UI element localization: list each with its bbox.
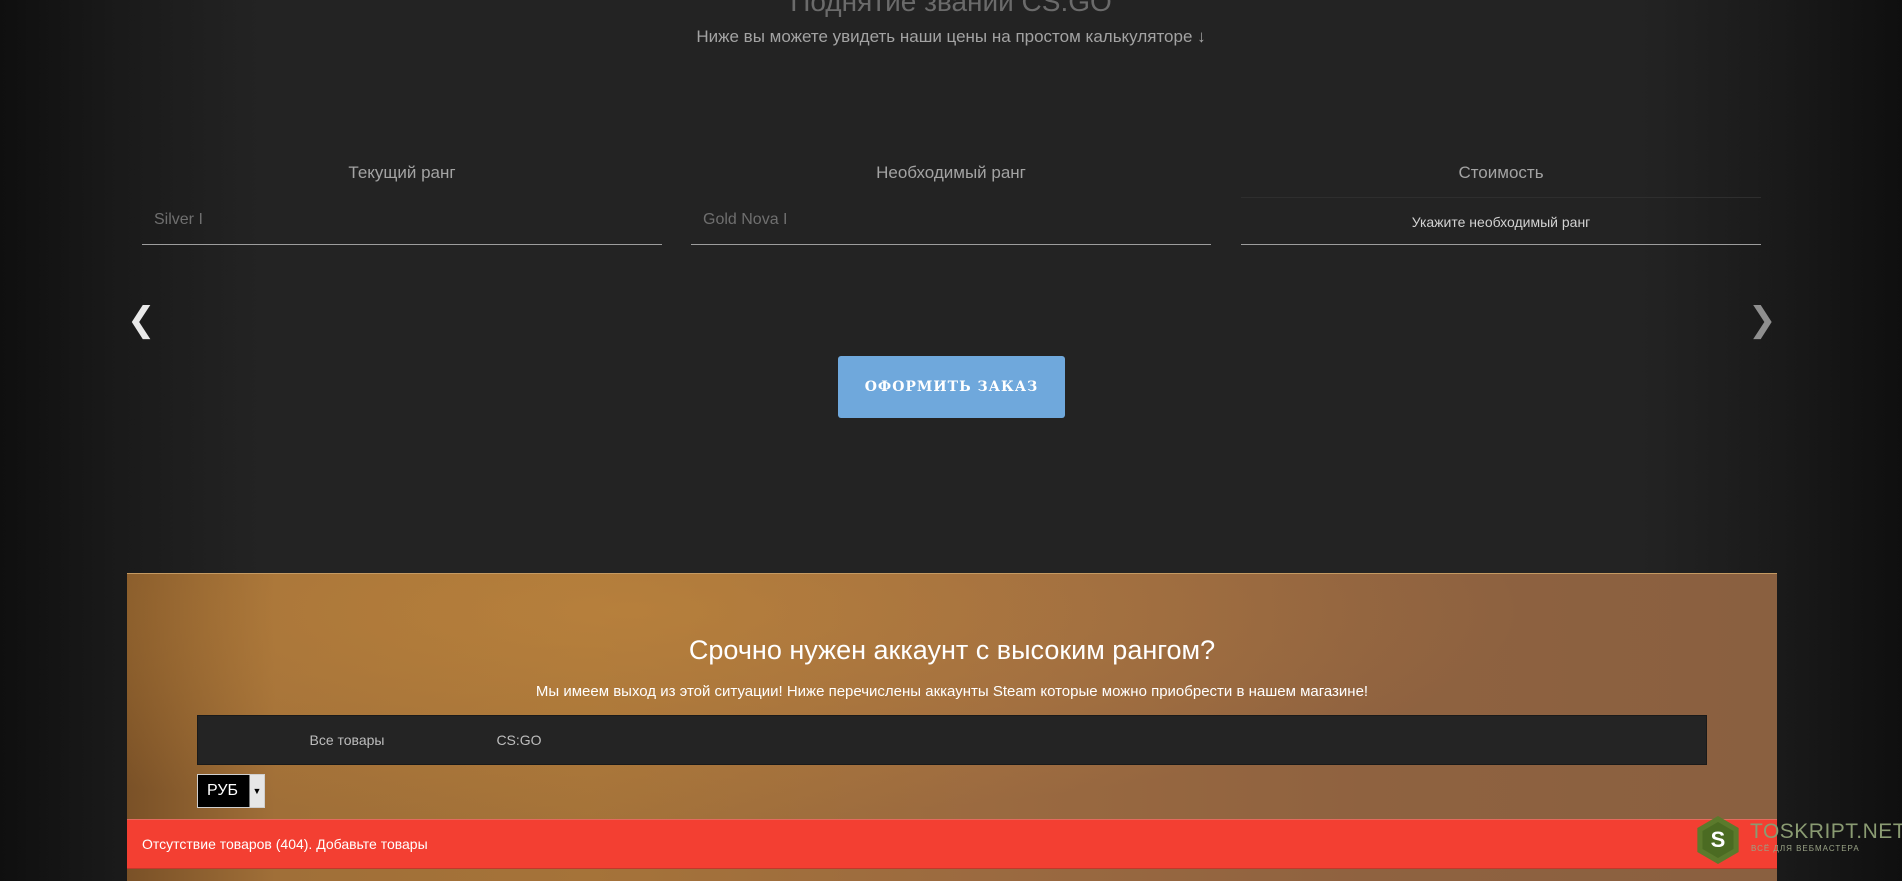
current-rank-select[interactable]: Silver I (142, 195, 662, 245)
currency-select[interactable]: РУБ ▼ (197, 774, 265, 808)
current-rank-label: Текущий ранг (348, 163, 456, 182)
page-subtitle: Ниже вы можете увидеть наши цены на прос… (696, 27, 1206, 46)
site-watermark: S TOSKRIPT.NET ВСЁ ДЛЯ ВЕБМАСТЕРА (1694, 812, 1902, 868)
rank-calculator: Текущий ранг Silver I Необходимый ранг G… (142, 162, 1761, 247)
tab-csgo[interactable]: CS:GO (484, 716, 554, 764)
carousel-next-button[interactable]: ❯ (1748, 301, 1777, 339)
promo-subtitle: Мы имеем выход из этой ситуации! Ниже пе… (535, 683, 1369, 700)
accounts-promo-section: Срочно нужен аккаунт с высоким рангом? М… (127, 573, 1777, 881)
no-products-alert: Отсутствие товаров (404). Добавьте товар… (127, 819, 1777, 869)
required-rank-select[interactable]: Gold Nova I (691, 195, 1211, 245)
current-rank-column: Текущий ранг Silver I (142, 162, 662, 247)
chevron-left-icon: ❮ (127, 301, 156, 339)
chevron-right-icon: ❯ (1748, 301, 1777, 339)
watermark-logo-icon: S (1697, 816, 1739, 864)
watermark-letter: S (1702, 822, 1734, 858)
place-order-button[interactable]: ОФОРМИТЬ ЗАКАЗ (838, 356, 1065, 418)
price-value: Укажите необходимый ранг (1241, 197, 1761, 245)
promo-title: Срочно нужен аккаунт с высоким рангом? (688, 635, 1216, 665)
watermark-tagline: ВСЁ ДЛЯ ВЕБМАСТЕРА (1751, 844, 1860, 853)
product-tabs: Все товары CS:GO (197, 715, 1707, 765)
required-rank-label: Необходимый ранг (876, 163, 1026, 182)
currency-value: РУБ (207, 782, 238, 799)
alert-text: Отсутствие товаров (404). Добавьте товар… (142, 836, 428, 852)
required-rank-column: Необходимый ранг Gold Nova I (691, 162, 1211, 247)
page-title: Поднятие званий CS:GO (790, 0, 1112, 17)
price-column: Стоимость Укажите необходимый ранг (1241, 162, 1761, 247)
caret-down-icon: ▼ (249, 775, 264, 807)
carousel-prev-button[interactable]: ❮ (127, 301, 156, 339)
price-label: Стоимость (1458, 163, 1544, 182)
watermark-name: TOSKRIPT.NET (1750, 820, 1902, 843)
tab-all-products[interactable]: Все товары (292, 716, 402, 764)
